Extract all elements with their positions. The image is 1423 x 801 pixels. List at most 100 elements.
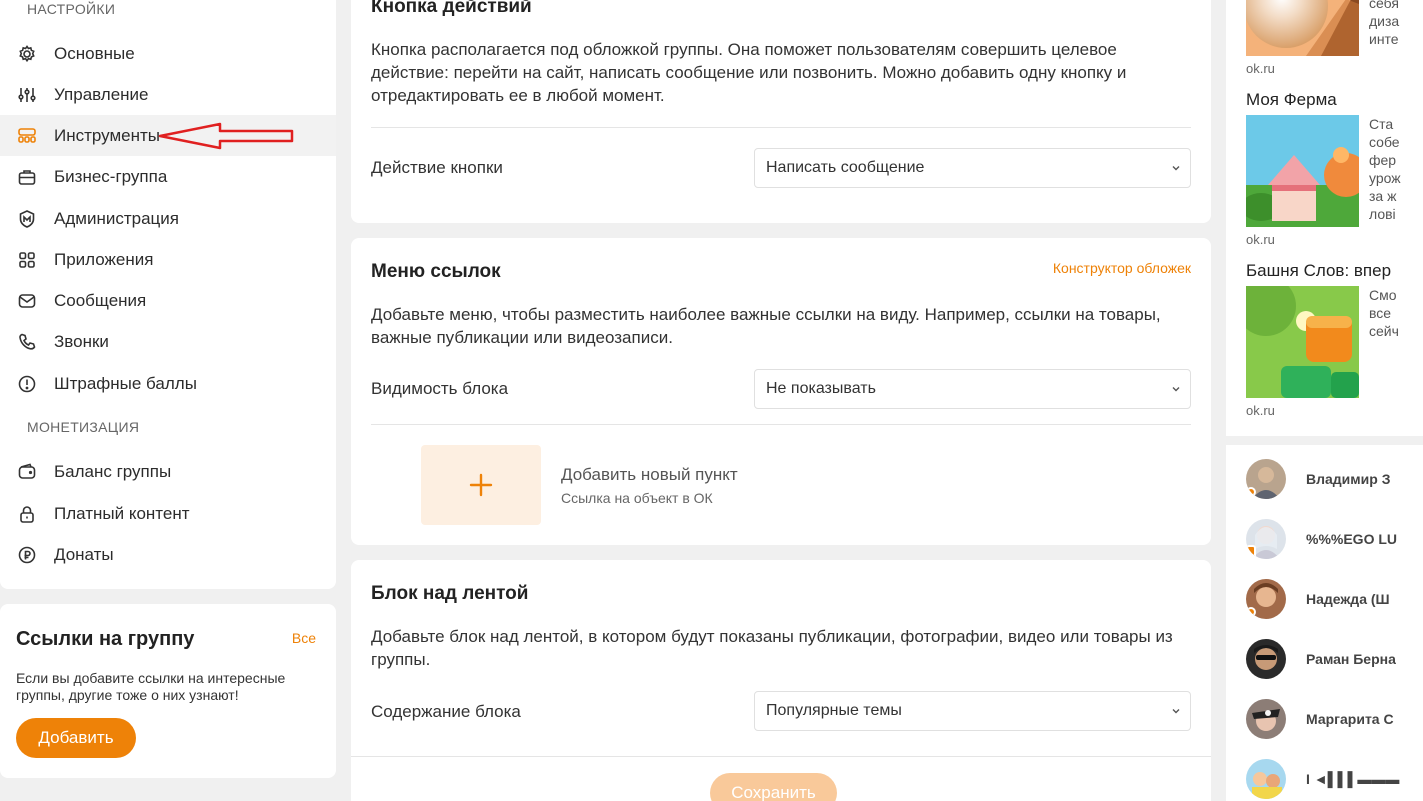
action-button-description: Кнопка располагается под обложкой группы… [371, 40, 1127, 105]
group-links-all-link[interactable]: Все [292, 630, 316, 646]
action-button-title: Кнопка действий [371, 0, 532, 17]
game-thumbnail[interactable] [1246, 286, 1359, 398]
links-menu-description: Добавьте меню, чтобы разместить наиболее… [371, 305, 1161, 347]
online-status-icon [1246, 487, 1256, 497]
game-title[interactable]: Башня Слов: впер [1246, 261, 1391, 281]
sidebar-item-group-balance[interactable]: Баланс группы [0, 451, 336, 492]
sidebar-item-label: Бизнес-группа [54, 166, 168, 186]
gear-icon [16, 43, 38, 65]
group-links-card: Ссылки на группу Все Если вы добавите сс… [0, 604, 336, 778]
add-menu-item-button[interactable] [421, 445, 541, 525]
shield-icon [16, 208, 38, 230]
plus-icon [469, 473, 493, 497]
briefcase-icon [16, 166, 38, 188]
block-content-select[interactable]: Популярные темы [754, 691, 1191, 731]
avatar[interactable] [1246, 699, 1286, 739]
button-action-select[interactable]: Написать сообщение [754, 148, 1191, 188]
sidebar-item-messages[interactable]: Сообщения [0, 280, 336, 321]
friend-item[interactable]: Владимир З [1246, 457, 1423, 501]
game-source: ok.ru [1246, 61, 1275, 76]
sidebar-item-penalty-points[interactable]: Штрафные баллы [0, 363, 336, 404]
feed-block-title: Блок над лентой [371, 583, 529, 604]
friend-name: Маргарита С [1306, 711, 1394, 727]
add-menu-item-subtitle: Ссылка на объект в ОК [561, 490, 713, 506]
mobile-online-icon [1246, 545, 1256, 559]
lock-icon [16, 503, 38, 525]
sidebar-item-calls[interactable]: Звонки [0, 321, 336, 362]
sidebar-item-label: Штрафные баллы [54, 373, 197, 393]
sidebar-item-label: Донаты [54, 544, 114, 564]
sidebar-item-administration[interactable]: Администрация [0, 198, 336, 239]
save-button[interactable]: Сохранить [710, 773, 837, 801]
avatar[interactable] [1246, 579, 1286, 619]
friend-name: I ◄▌▌▌▬▬▬ [1306, 771, 1400, 787]
phone-icon [16, 331, 38, 353]
avatar[interactable] [1246, 519, 1286, 559]
block-visibility-select[interactable]: Не показывать [754, 369, 1191, 409]
friend-item[interactable]: Надежда (Ш [1246, 577, 1423, 621]
sidebar-item-label: Управление [54, 84, 149, 104]
ruble-coin-icon [16, 544, 38, 566]
friends-online-panel: Владимир З %%%EGO LU Надежда (Ш Раман Бе… [1226, 445, 1423, 801]
links-menu-title: Меню ссылок [371, 261, 501, 282]
sidebar-item-donations[interactable]: Донаты [0, 534, 336, 575]
game-title[interactable]: Моя Ферма [1246, 90, 1337, 110]
game-source: ok.ru [1246, 232, 1275, 247]
chevron-down-icon [1172, 709, 1180, 714]
sidebar-item-label: Инструменты [54, 125, 161, 145]
friend-name: Владимир З [1306, 471, 1391, 487]
avatar[interactable] [1246, 759, 1286, 799]
block-content-label: Содержание блока [371, 702, 521, 721]
sidebar-item-label: Звонки [54, 331, 109, 351]
game-description: Ста собе фер урож за ж лові [1369, 116, 1401, 222]
warning-circle-icon [16, 373, 38, 395]
sliders-icon [16, 84, 38, 106]
select-value: Не показывать [766, 380, 876, 397]
select-value: Популярные темы [766, 702, 902, 719]
game-source: ok.ru [1246, 403, 1275, 418]
sidebar-item-business-group[interactable]: Бизнес-группа [0, 156, 336, 197]
friend-name: Надежда (Ш [1306, 591, 1390, 607]
friend-item[interactable]: I ◄▌▌▌▬▬▬ [1246, 757, 1423, 801]
button-action-label: Действие кнопки [371, 158, 503, 177]
game-description: себя диза инте [1369, 0, 1400, 47]
action-button-card: Кнопка действий Кнопка располагается под… [351, 0, 1211, 223]
friend-item[interactable]: Раман Берна [1246, 637, 1423, 681]
game-thumbnail[interactable] [1246, 115, 1359, 227]
sidebar-item-paid-content[interactable]: Платный контент [0, 493, 336, 534]
add-menu-item-title[interactable]: Добавить новый пункт [561, 465, 738, 485]
chevron-down-icon [1172, 387, 1180, 392]
group-links-title: Ссылки на группу [16, 628, 195, 650]
sidebar-item-label: Сообщения [54, 290, 147, 310]
friend-name: Раман Берна [1306, 651, 1396, 667]
avatar[interactable] [1246, 639, 1286, 679]
game-description: Смо все сейч [1369, 287, 1399, 339]
game-thumbnail[interactable] [1246, 0, 1359, 56]
divider [371, 127, 1191, 128]
save-bar: Сохранить [351, 757, 1211, 801]
feed-block-description: Добавьте блок над лентой, в котором буду… [371, 627, 1173, 669]
envelope-icon [16, 290, 38, 312]
settings-section-title: НАСТРОЙКИ [27, 1, 116, 17]
friend-item[interactable]: %%%EGO LU [1246, 517, 1423, 561]
sidebar-item-label: Основные [54, 43, 135, 63]
chevron-down-icon [1172, 166, 1180, 171]
cover-builder-link[interactable]: Конструктор обложек [1053, 260, 1191, 276]
settings-nav-card: НАСТРОЙКИ Основные Управление Инструмент… [0, 0, 336, 589]
sidebar-item-basic[interactable]: Основные [0, 33, 336, 74]
links-menu-card: Меню ссылок Конструктор обложек Добавьте… [351, 238, 1211, 545]
friend-name: %%%EGO LU [1306, 531, 1398, 547]
sidebar-item-label: Приложения [54, 249, 154, 269]
monetization-section-title: МОНЕТИЗАЦИЯ [27, 419, 140, 435]
games-panel: себя диза инте ok.ru Моя Ферма Ста собе фер у… [1226, 0, 1423, 436]
sidebar-item-apps[interactable]: Приложения [0, 239, 336, 280]
sidebar-item-label: Баланс группы [54, 461, 172, 481]
wallet-icon [16, 461, 38, 483]
sidebar-item-management[interactable]: Управление [0, 74, 336, 115]
friend-item[interactable]: Маргарита С [1246, 697, 1423, 741]
online-status-icon [1246, 607, 1256, 617]
block-visibility-label: Видимость блока [371, 379, 509, 398]
avatar[interactable] [1246, 459, 1286, 499]
apps-grid-icon [16, 249, 38, 271]
add-group-link-button[interactable]: Добавить [16, 718, 136, 758]
